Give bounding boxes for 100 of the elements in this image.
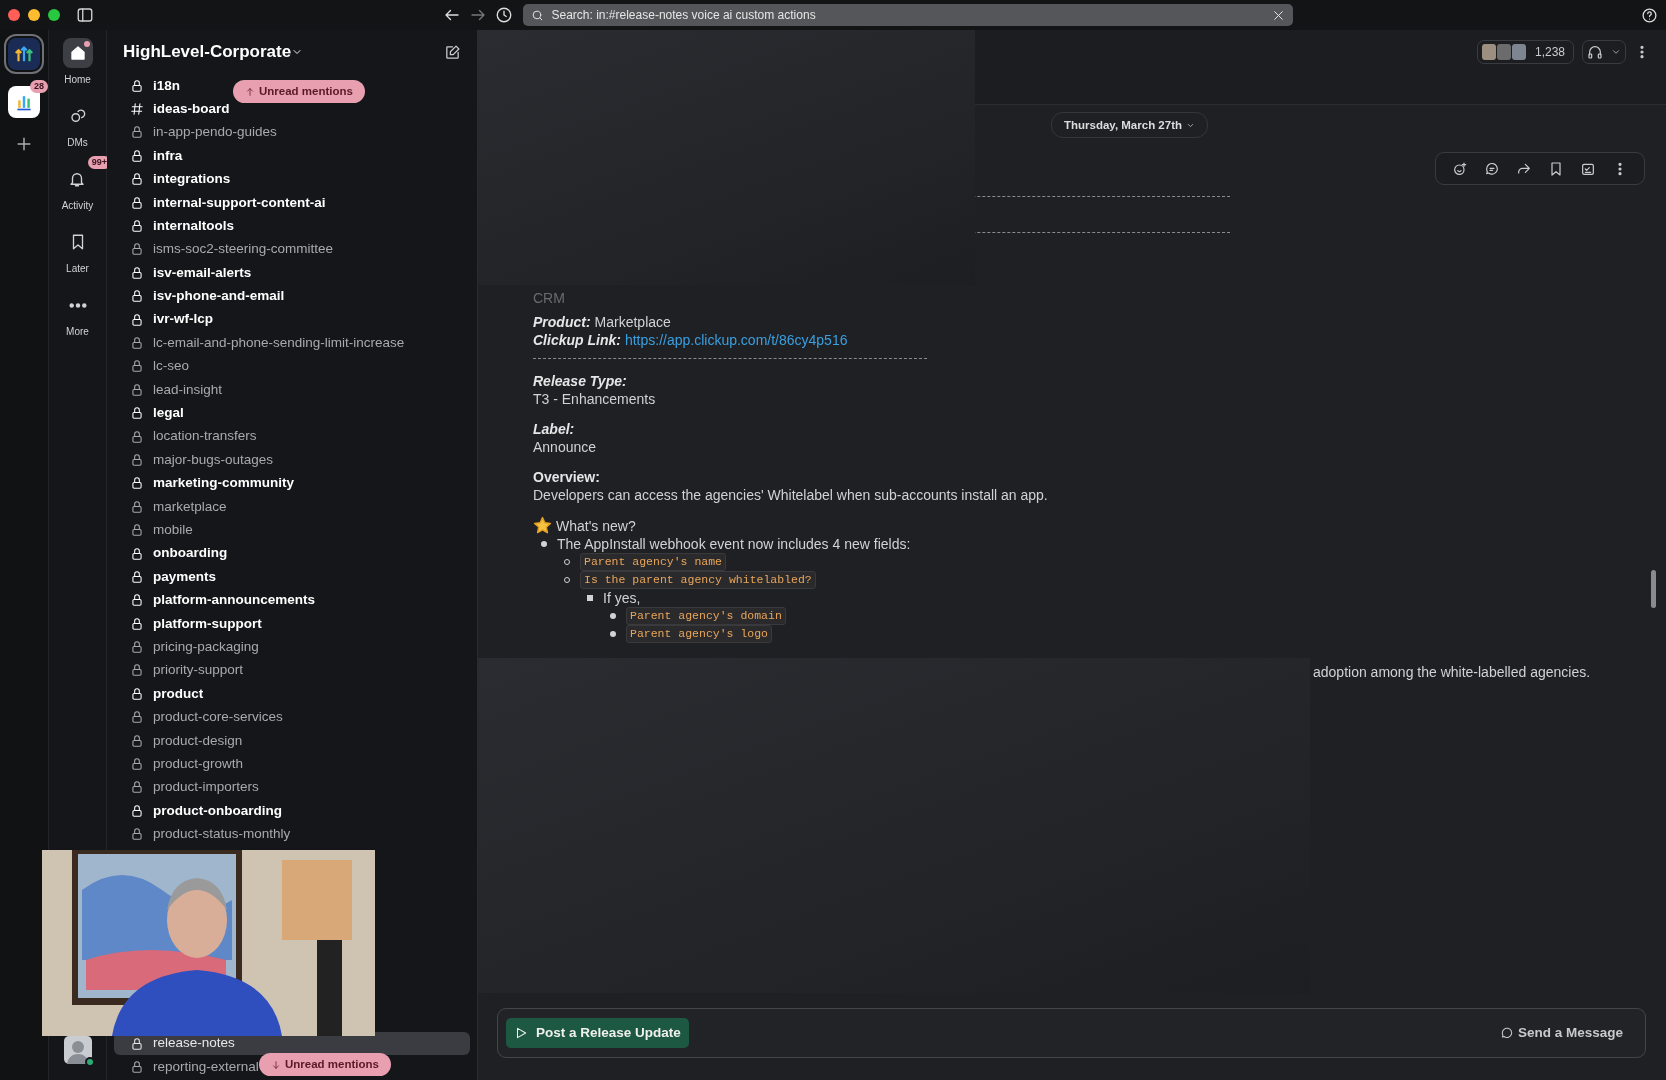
home-icon — [68, 44, 87, 62]
search-icon — [530, 8, 544, 22]
play-icon — [514, 1026, 528, 1040]
lock-icon — [130, 452, 144, 467]
channel-item[interactable]: payments — [114, 565, 217, 589]
channel-item[interactable]: product-importers — [114, 775, 259, 800]
channel-item[interactable]: platform-support — [114, 612, 262, 636]
channel-item[interactable]: product — [114, 682, 204, 706]
lock-icon — [130, 827, 144, 842]
lock-icon — [130, 757, 144, 771]
dms-icon — [68, 107, 87, 125]
channel-item[interactable]: platform-announcements — [114, 588, 315, 612]
channel-item[interactable]: pricing-packaging — [114, 635, 259, 659]
reply-thread-icon[interactable] — [1484, 160, 1500, 177]
message-text: What's new? — [556, 516, 636, 535]
send-message-button[interactable]: Send a Message — [1493, 1021, 1629, 1045]
field-label: Product: — [533, 314, 591, 330]
close-icon[interactable] — [1271, 8, 1285, 22]
message-text: adoption among the white-labelled agencies. — [1313, 664, 1591, 680]
lock-icon — [130, 406, 144, 421]
channel-item[interactable]: isv-email-alerts — [114, 261, 252, 285]
channel-item[interactable]: marketing-community — [114, 471, 295, 496]
scrollbar[interactable] — [1651, 570, 1656, 608]
lock-icon — [130, 593, 144, 608]
post-release-update-button[interactable]: Post a Release Update — [506, 1018, 689, 1048]
channel-item[interactable]: mobile — [114, 518, 193, 542]
field-label: Label: — [533, 420, 576, 438]
huddle-button[interactable] — [1582, 40, 1626, 64]
nav-item[interactable]: DMs — [62, 101, 93, 150]
channel-item[interactable]: marketplace — [114, 495, 227, 519]
channel-item[interactable]: reporting-external — [114, 1055, 259, 1079]
lock-icon — [130, 336, 144, 350]
channel-item[interactable]: ivr-wf-lcp — [114, 307, 213, 332]
lock-icon — [130, 195, 144, 210]
field-value: Marketplace — [594, 314, 671, 330]
lock-icon — [130, 78, 144, 93]
lock-icon — [130, 640, 144, 655]
channel-item[interactable]: lc-email-and-phone-sending-limit-increase — [114, 331, 405, 355]
nav-item[interactable]: More — [62, 290, 93, 339]
bell-icon — [68, 170, 87, 188]
channel-item[interactable]: product-onboarding — [114, 799, 282, 823]
add-reaction-icon[interactable] — [1452, 160, 1468, 177]
lock-icon — [130, 686, 144, 701]
field-value: T3 - Enhancements — [533, 390, 657, 408]
history-icon[interactable] — [494, 6, 513, 24]
bullet-icon — [610, 613, 616, 619]
lock-icon — [130, 569, 144, 584]
zoom-button[interactable] — [48, 9, 60, 21]
channel-item[interactable]: product-status-monthly — [114, 822, 291, 846]
close-button[interactable] — [8, 9, 20, 21]
channel-item[interactable]: isv-phone-and-email — [114, 284, 285, 308]
channel-item[interactable]: integrations — [114, 167, 231, 191]
lock-icon — [130, 523, 144, 538]
lock-icon — [130, 382, 144, 397]
channel-item[interactable]: infra — [114, 144, 183, 168]
more-icon — [68, 302, 87, 308]
lock-icon — [130, 780, 144, 795]
channel-item[interactable]: internal-support-content-ai — [114, 190, 326, 215]
channel-item[interactable]: isms-soc2-steering-committee — [114, 237, 334, 262]
compose-icon[interactable] — [444, 43, 461, 61]
channel-item[interactable]: product-core-services — [114, 705, 283, 729]
channel-item[interactable]: onboarding — [114, 541, 228, 566]
channel-item[interactable]: product-growth — [114, 752, 244, 776]
channel-item[interactable]: legal — [114, 401, 184, 425]
lock-icon — [130, 312, 144, 327]
channel-item[interactable]: i18n — [114, 74, 180, 98]
help-icon[interactable] — [1641, 6, 1658, 24]
field-value: Developers can access the agencies' Whitelabel when sub-accounts install an app. — [533, 486, 1049, 504]
channel-item[interactable]: priority-support — [114, 658, 244, 683]
channel-item[interactable]: internaltools — [114, 214, 234, 238]
bullet-icon — [610, 631, 616, 637]
arrow-icon — [271, 1059, 281, 1070]
unread-mentions-button[interactable]: Unread mentions — [233, 80, 365, 104]
lock-icon — [130, 172, 144, 187]
workspace-name[interactable]: HighLevel-Corporate — [123, 39, 304, 65]
channel-item[interactable]: lc-seo — [114, 354, 189, 379]
lock-icon — [130, 499, 144, 514]
field-value: Announce — [533, 438, 598, 456]
link[interactable]: https://app.clickup.com/t/86cy4p516 — [624, 332, 848, 348]
sidebar-toggle-icon[interactable] — [76, 6, 94, 24]
channel-item[interactable]: lead-insight — [114, 378, 223, 402]
nav-item[interactable]: Later — [62, 227, 93, 276]
channel-item[interactable]: in-app-pendo-guides — [114, 120, 277, 145]
bookmark-icon[interactable] — [1548, 160, 1564, 177]
date-divider-button[interactable]: Thursday, March 27th — [1051, 112, 1208, 138]
chat-bubble-icon — [1499, 1026, 1514, 1040]
channel-item[interactable]: ideas-board — [114, 97, 230, 121]
code-snippet: Parent agency's domain — [626, 607, 786, 625]
channel-item[interactable]: product-design — [114, 728, 243, 753]
lock-icon — [130, 1059, 144, 1074]
search-field[interactable]: Search: in:#release-notes voice ai custom actions — [522, 4, 1293, 26]
minimize-button[interactable] — [28, 9, 40, 21]
channel-item[interactable]: major-bugs-outages — [114, 448, 274, 472]
lock-icon — [130, 733, 144, 748]
user-avatar[interactable] — [63, 1036, 92, 1064]
lock-icon — [130, 616, 144, 631]
channel-item[interactable]: location-transfers — [114, 424, 257, 449]
bullet-icon — [587, 595, 593, 601]
unread-mentions-button[interactable]: Unread mentions — [259, 1053, 391, 1077]
members-button[interactable]: 1,238 — [1476, 40, 1574, 64]
